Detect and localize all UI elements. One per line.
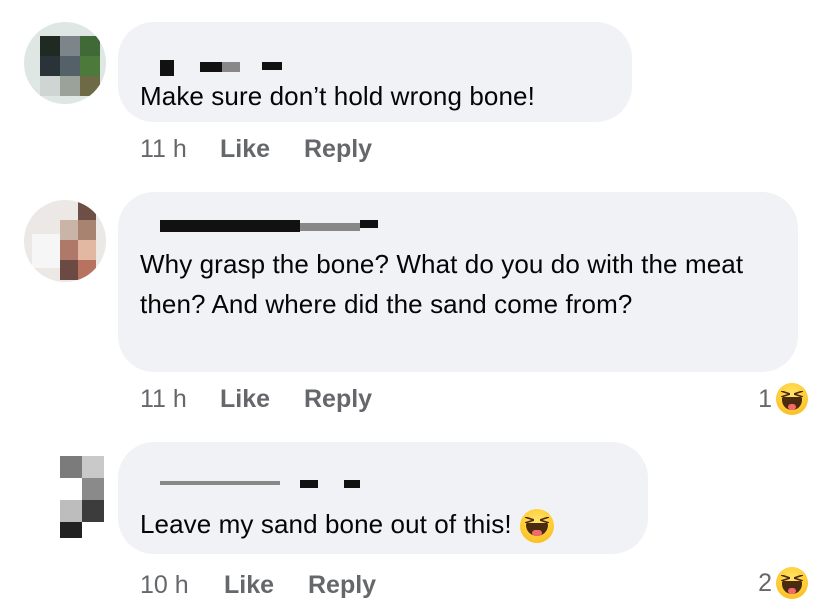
comment-text: Leave my sand bone out of this! xyxy=(140,504,628,544)
reaction-count: 2 xyxy=(758,568,772,597)
author-name[interactable] xyxy=(140,478,380,492)
comment-bubble: Leave my sand bone out of this! xyxy=(118,442,648,554)
reaction-summary[interactable]: 2 xyxy=(758,566,808,600)
laughing-emoji-icon xyxy=(519,509,554,544)
like-button[interactable]: Like xyxy=(224,570,274,600)
comment-3: Leave my sand bone out of this! 10 h Lik… xyxy=(0,0,828,607)
laughing-emoji-icon xyxy=(776,567,808,599)
timestamp[interactable]: 10 h xyxy=(140,570,189,600)
reply-button[interactable]: Reply xyxy=(308,570,376,600)
comment-meta: 10 h Like Reply xyxy=(140,570,440,600)
comment-text-content: Leave my sand bone out of this! xyxy=(140,509,512,539)
avatar[interactable] xyxy=(56,456,114,538)
